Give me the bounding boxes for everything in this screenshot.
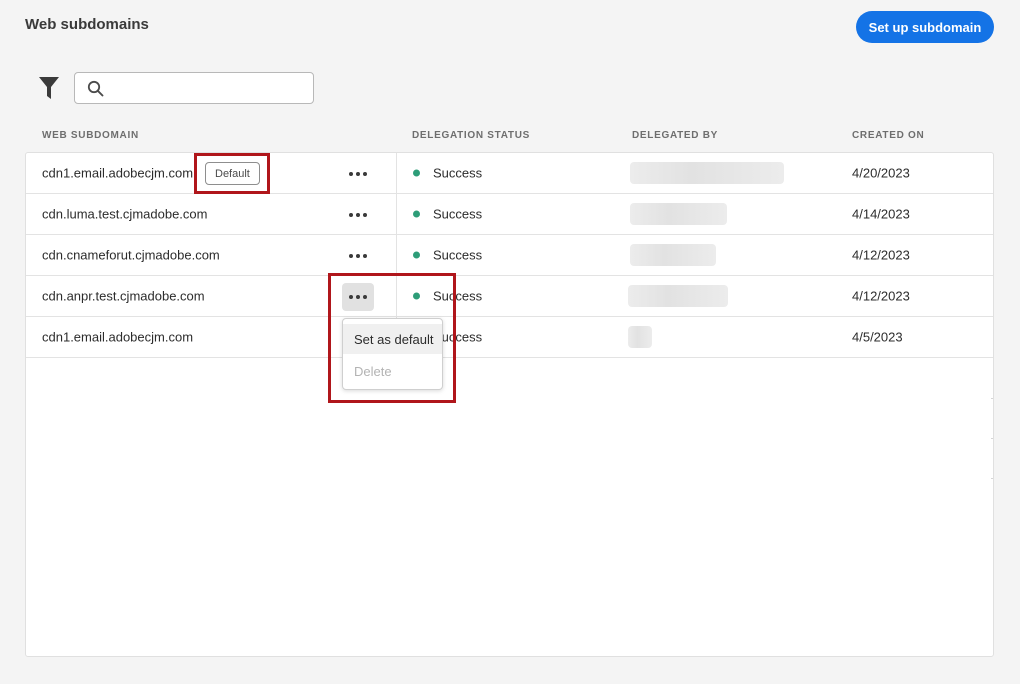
more-dot [363,254,367,258]
more-actions-button[interactable] [342,283,374,311]
page-title: Web subdomains [25,16,149,33]
redacted-delegated-by [630,203,727,225]
status-dot [413,210,420,218]
status-dot [413,251,420,259]
search-field[interactable] [74,72,314,104]
more-dot [363,295,367,299]
column-header-created-on[interactable]: CREATED ON [852,130,924,141]
status-label: Success [433,288,483,304]
filter-icon[interactable] [38,76,60,100]
status-label: Success [433,165,483,181]
status-label: Success [433,247,483,263]
menu-item-delete: Delete [354,363,392,379]
scrollbar-mark [991,438,993,439]
set-up-subdomain-button[interactable]: Set up subdomain [856,11,994,43]
delegation-status: Success [413,248,482,263]
more-dot [356,295,360,299]
redacted-delegated-by [630,244,716,266]
more-actions-button[interactable] [342,242,374,270]
delegation-status: Success [413,166,482,181]
column-header-web-subdomain[interactable]: WEB SUBDOMAIN [42,130,139,141]
more-actions-button[interactable] [342,201,374,229]
status-dot [413,169,420,177]
more-dot [363,172,367,176]
table-row[interactable]: cdn.luma.test.cjmadobe.com Success 4/14/… [26,194,993,235]
redacted-delegated-by [630,162,784,184]
created-on-date: 4/5/2023 [852,329,903,345]
scrollbar-mark [991,398,993,399]
search-input[interactable] [111,77,307,99]
subdomain-name: cdn.anpr.test.cjmadobe.com [42,288,205,304]
created-on-date: 4/14/2023 [852,206,910,222]
more-dot [356,254,360,258]
more-dot [356,213,360,217]
created-on-date: 4/20/2023 [852,165,910,181]
redacted-delegated-by [628,285,728,307]
scrollbar-mark [991,478,993,479]
more-dot [349,172,353,176]
more-dot [356,172,360,176]
more-dot [363,213,367,217]
subdomain-name: cdn1.email.adobecjm.com [42,165,194,181]
delegation-status: Success [413,207,482,222]
more-actions-button[interactable] [342,160,374,188]
column-header-delegation-status[interactable]: DELEGATION STATUS [412,130,530,141]
table-row[interactable]: cdn.anpr.test.cjmadobe.com Success 4/12/… [26,276,993,317]
default-badge: Default [205,162,260,185]
table-row[interactable]: cdn1.email.adobecjm.com Success 4/5/2023 [26,317,993,358]
search-icon [87,80,104,97]
subdomain-name: cdn.luma.test.cjmadobe.com [42,206,208,222]
menu-item-set-as-default[interactable]: Set as default [343,324,442,354]
created-on-date: 4/12/2023 [852,288,910,304]
row-actions-menu: Set as default Delete [342,318,443,390]
more-dot [349,295,353,299]
more-dot [349,254,353,258]
subdomains-table: cdn1.email.adobecjm.com Default Success … [25,152,994,657]
subdomain-name: cdn.cnameforut.cjmadobe.com [42,247,220,263]
table-row[interactable]: cdn.cnameforut.cjmadobe.com Success 4/12… [26,235,993,276]
column-header-delegated-by[interactable]: DELEGATED BY [632,130,718,141]
more-dot [349,213,353,217]
status-label: Success [433,206,483,222]
table-row[interactable]: cdn1.email.adobecjm.com Default Success … [26,153,993,194]
delegation-status: Success [413,289,482,304]
subdomain-name: cdn1.email.adobecjm.com [42,329,194,345]
created-on-date: 4/12/2023 [852,247,910,263]
redacted-delegated-by [628,326,652,348]
status-dot [413,292,420,300]
